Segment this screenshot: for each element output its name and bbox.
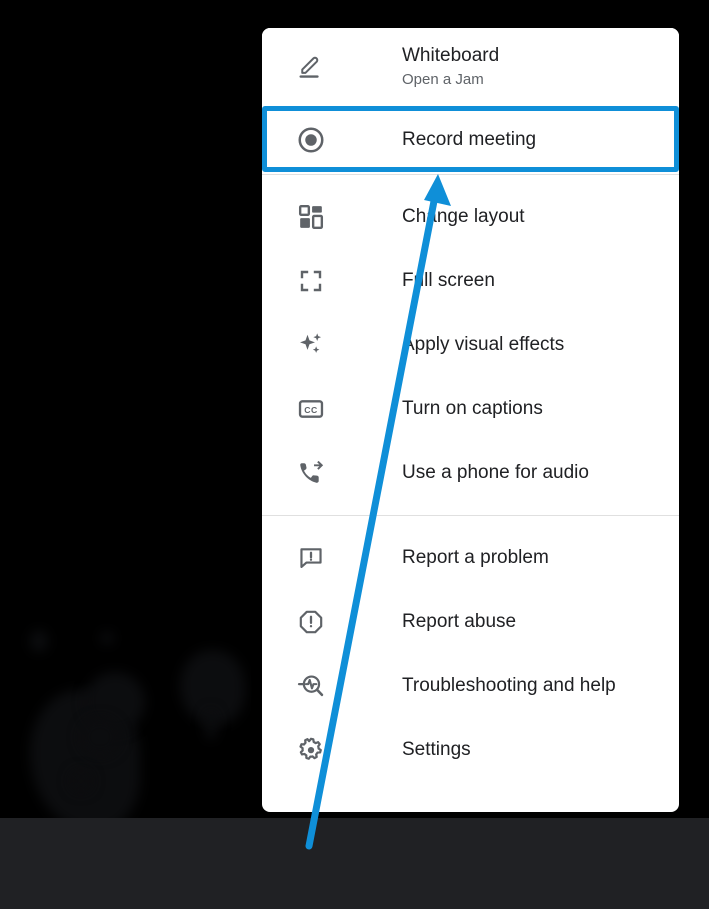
menu-item-troubleshooting-and-help[interactable]: Troubleshooting and help [262, 654, 679, 718]
menu-item-label: Apply visual effects [402, 334, 565, 355]
settings-gear-icon [290, 729, 332, 771]
menu-item-whiteboard-labels: Whiteboard Open a Jam [402, 44, 499, 90]
report-problem-icon [290, 537, 332, 579]
menu-item-label: Troubleshooting and help [402, 675, 616, 696]
menu-item-settings-labels: Settings [402, 738, 471, 762]
menu-item-label: Use a phone for audio [402, 462, 589, 483]
menu-item-record-meeting-labels: Record meeting [402, 128, 536, 152]
menu-item-report-abuse[interactable]: Report abuse [262, 590, 679, 654]
menu-item-whiteboard[interactable]: Whiteboard Open a Jam [262, 28, 679, 106]
menu-item-report-abuse-labels: Report abuse [402, 610, 516, 634]
stage-shape [70, 770, 92, 792]
report-abuse-icon [290, 601, 332, 643]
menu-item-change-layout[interactable]: Change layout [262, 185, 679, 249]
menu-item-label: Turn on captions [402, 398, 543, 419]
menu-item-label: Whiteboard [402, 45, 500, 66]
more-options-menu: Whiteboard Open a Jam Record meeting Cha… [262, 28, 679, 812]
full-screen-icon [290, 260, 332, 302]
menu-item-apply-visual-effects-labels: Apply visual effects [402, 333, 564, 357]
menu-item-report-a-problem-labels: Report a problem [402, 546, 549, 570]
menu-item-use-a-phone-for-audio[interactable]: Use a phone for audio [262, 441, 679, 505]
stage-shape [30, 630, 48, 652]
closed-captions-icon: CC [290, 388, 332, 430]
menu-item-record-meeting[interactable]: Record meeting [262, 106, 679, 174]
troubleshooting-icon [290, 665, 332, 707]
menu-item-label: Settings [402, 739, 471, 760]
menu-item-full-screen-labels: Full screen [402, 269, 495, 293]
menu-item-label: Full screen [402, 270, 495, 291]
menu-item-label: Change layout [402, 206, 525, 227]
menu-item-settings[interactable]: Settings [262, 718, 679, 782]
record-meeting-icon [290, 119, 332, 161]
menu-item-label: Report abuse [402, 611, 517, 632]
menu-item-full-screen[interactable]: Full screen [262, 249, 679, 313]
menu-spacer [262, 175, 679, 185]
menu-item-turn-on-captions-labels: Turn on captions [402, 397, 543, 421]
menu-item-change-layout-labels: Change layout [402, 205, 525, 229]
menu-item-use-a-phone-for-audio-labels: Use a phone for audio [402, 461, 589, 485]
visual-effects-sparkle-icon [290, 324, 332, 366]
meeting-screen: Whiteboard Open a Jam Record meeting Cha… [0, 0, 709, 909]
menu-item-troubleshooting-and-help-labels: Troubleshooting and help [402, 674, 616, 698]
whiteboard-pencil-icon [290, 46, 332, 88]
menu-item-sublabel: Open a Jam [402, 71, 484, 88]
change-layout-icon [290, 196, 332, 238]
menu-item-turn-on-captions[interactable]: CC Turn on captions [262, 377, 679, 441]
meeting-controls-toolbar: CC [0, 818, 709, 909]
svg-text:CC: CC [304, 405, 317, 415]
menu-item-report-a-problem[interactable]: Report a problem [262, 526, 679, 590]
phone-forward-icon [290, 452, 332, 494]
stage-shape [100, 632, 114, 644]
menu-item-label: Record meeting [402, 129, 537, 150]
stage-shape [205, 710, 217, 740]
menu-item-label: Report a problem [402, 547, 549, 568]
stage-shape [80, 718, 120, 756]
menu-item-apply-visual-effects[interactable]: Apply visual effects [262, 313, 679, 377]
menu-spacer [262, 516, 679, 526]
menu-spacer [262, 505, 679, 515]
